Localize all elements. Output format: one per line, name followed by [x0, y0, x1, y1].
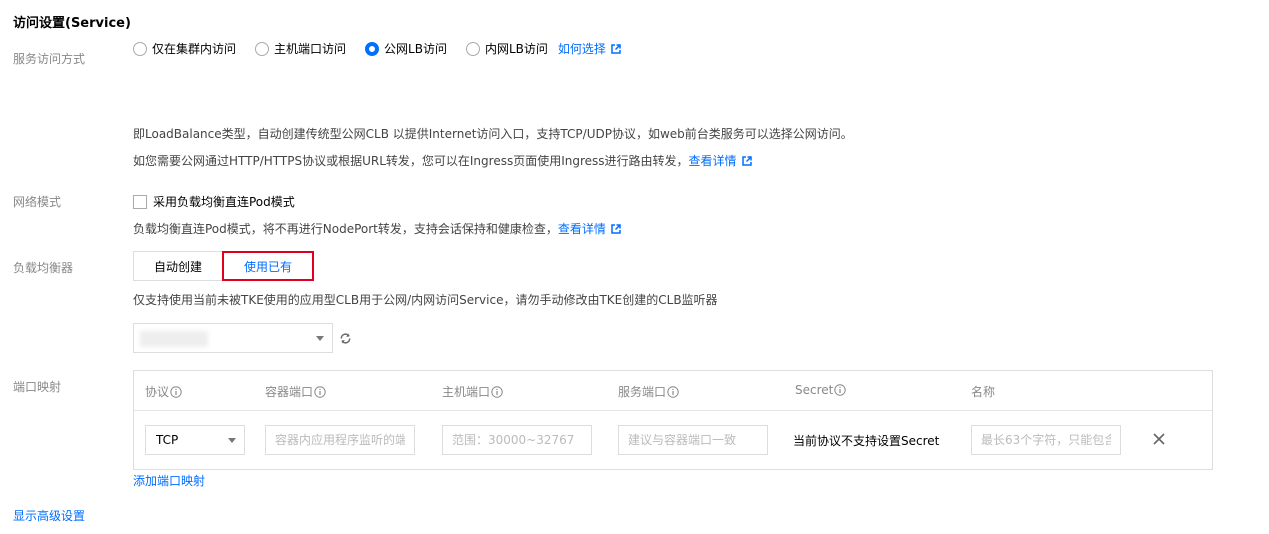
container-port-input[interactable] — [265, 425, 415, 455]
access-mode-label: 服务访问方式 — [13, 52, 86, 66]
external-link-icon — [611, 223, 621, 234]
direct-pod-details-link[interactable]: 查看详情 — [558, 220, 621, 237]
auto-create-button[interactable]: 自动创建 — [133, 251, 223, 281]
radio-private-lb[interactable]: 内网LB访问 — [465, 40, 548, 57]
add-port-mapping-link[interactable]: 添加端口映射 — [133, 472, 205, 489]
refresh-icon[interactable] — [339, 332, 352, 348]
header-protocol: 协议 — [145, 383, 182, 400]
external-link-icon — [741, 155, 752, 166]
direct-pod-checkbox[interactable] — [133, 194, 147, 209]
header-text: 容器端口 — [265, 385, 314, 399]
port-mapping-label: 端口映射 — [13, 380, 62, 394]
radio-label: 主机端口访问 — [274, 42, 347, 56]
radio-circle[interactable] — [255, 41, 270, 56]
direct-pod-details-text: 查看详情 — [557, 222, 606, 236]
host-port-input[interactable] — [442, 425, 592, 455]
how-to-choose-text: 如何选择 — [557, 42, 606, 56]
secret-unsupported-note: 当前协议不支持设置Secret — [793, 434, 940, 448]
header-text: 名称 — [971, 385, 996, 399]
ingress-details-link[interactable]: 查看详情 — [689, 152, 752, 169]
load-balancer-segmented-control: 自动创建 使用已有 — [133, 251, 314, 281]
ingress-description: 如您需要公网通过HTTP/HTTPS协议或根据URL转发，您可以在Ingress… — [133, 152, 752, 169]
header-text: 主机端口 — [442, 385, 491, 399]
section-title: 访问设置(Service) — [13, 16, 131, 31]
radio-circle[interactable] — [133, 41, 147, 56]
blurred-selected-value — [140, 331, 208, 347]
radio-cluster-only[interactable]: 仅在集群内访问 — [133, 40, 236, 57]
use-existing-button[interactable]: 使用已有 — [222, 251, 314, 281]
table-header-divider — [134, 410, 1212, 411]
radio-circle-selected[interactable] — [365, 41, 380, 56]
header-text: 协议 — [145, 385, 170, 399]
radio-label: 内网LB访问 — [484, 42, 548, 56]
external-link-icon — [611, 43, 621, 54]
direct-pod-checkbox-row[interactable]: 采用负载均衡直连Pod模式 — [133, 193, 295, 210]
clb-select[interactable] — [133, 323, 333, 353]
close-icon[interactable] — [1153, 433, 1165, 448]
port-mapping-table: 协议 容器端口 主机端口 服务端口 Secret 名称 TCP 容器内应用程序监… — [133, 370, 1213, 470]
load-balancer-note: 仅支持使用当前未被TKE使用的应用型CLB用于公网/内网访问Service，请勿… — [133, 293, 718, 307]
info-icon[interactable] — [170, 385, 182, 398]
header-name: 名称 — [971, 383, 995, 400]
radio-host-port[interactable]: 主机端口访问 — [255, 40, 346, 57]
chevron-down-icon — [228, 438, 236, 443]
protocol-select[interactable]: TCP — [145, 425, 245, 455]
direct-pod-checkbox-label: 采用负载均衡直连Pod模式 — [153, 195, 295, 209]
radio-label: 公网LB访问 — [384, 42, 447, 56]
service-port-input[interactable] — [618, 425, 768, 455]
direct-pod-description: 负载均衡直连Pod模式，将不再进行NodePort转发，支持会话保持和健康检查，… — [133, 220, 621, 237]
radio-public-lb[interactable]: 公网LB访问 — [365, 40, 447, 57]
header-container-port: 容器端口 — [265, 383, 326, 400]
protocol-value: TCP — [156, 433, 179, 447]
header-host-port: 主机端口 — [442, 383, 503, 400]
load-balancer-label: 负载均衡器 — [13, 261, 74, 275]
radio-circle[interactable] — [465, 41, 480, 56]
ingress-description-text: 如您需要公网通过HTTP/HTTPS协议或根据URL转发，您可以在Ingress… — [133, 154, 689, 168]
info-icon[interactable] — [667, 385, 679, 398]
info-icon[interactable] — [314, 385, 326, 398]
info-icon[interactable] — [491, 385, 503, 398]
public-lb-description: 即LoadBalance类型，自动创建传统型公网CLB 以提供Internet访… — [133, 127, 853, 141]
direct-pod-description-text: 负载均衡直连Pod模式，将不再进行NodePort转发，支持会话保持和健康检查， — [133, 222, 558, 236]
network-mode-label: 网络模式 — [13, 195, 62, 209]
port-name-input[interactable] — [971, 425, 1121, 455]
info-icon[interactable] — [834, 384, 847, 396]
header-secret: Secret — [795, 383, 847, 397]
header-text: Secret — [795, 383, 834, 397]
header-service-port: 服务端口 — [618, 383, 679, 400]
access-mode-radio-group: 仅在集群内访问 主机端口访问 公网LB访问 内网LB访问 如何选择 — [133, 40, 621, 57]
show-advanced-settings-link[interactable]: 显示高级设置 — [13, 507, 85, 524]
radio-label: 仅在集群内访问 — [152, 42, 237, 56]
chevron-down-icon — [316, 336, 324, 341]
header-text: 服务端口 — [618, 385, 667, 399]
ingress-details-text: 查看详情 — [688, 154, 737, 168]
how-to-choose-link[interactable]: 如何选择 — [558, 40, 621, 57]
